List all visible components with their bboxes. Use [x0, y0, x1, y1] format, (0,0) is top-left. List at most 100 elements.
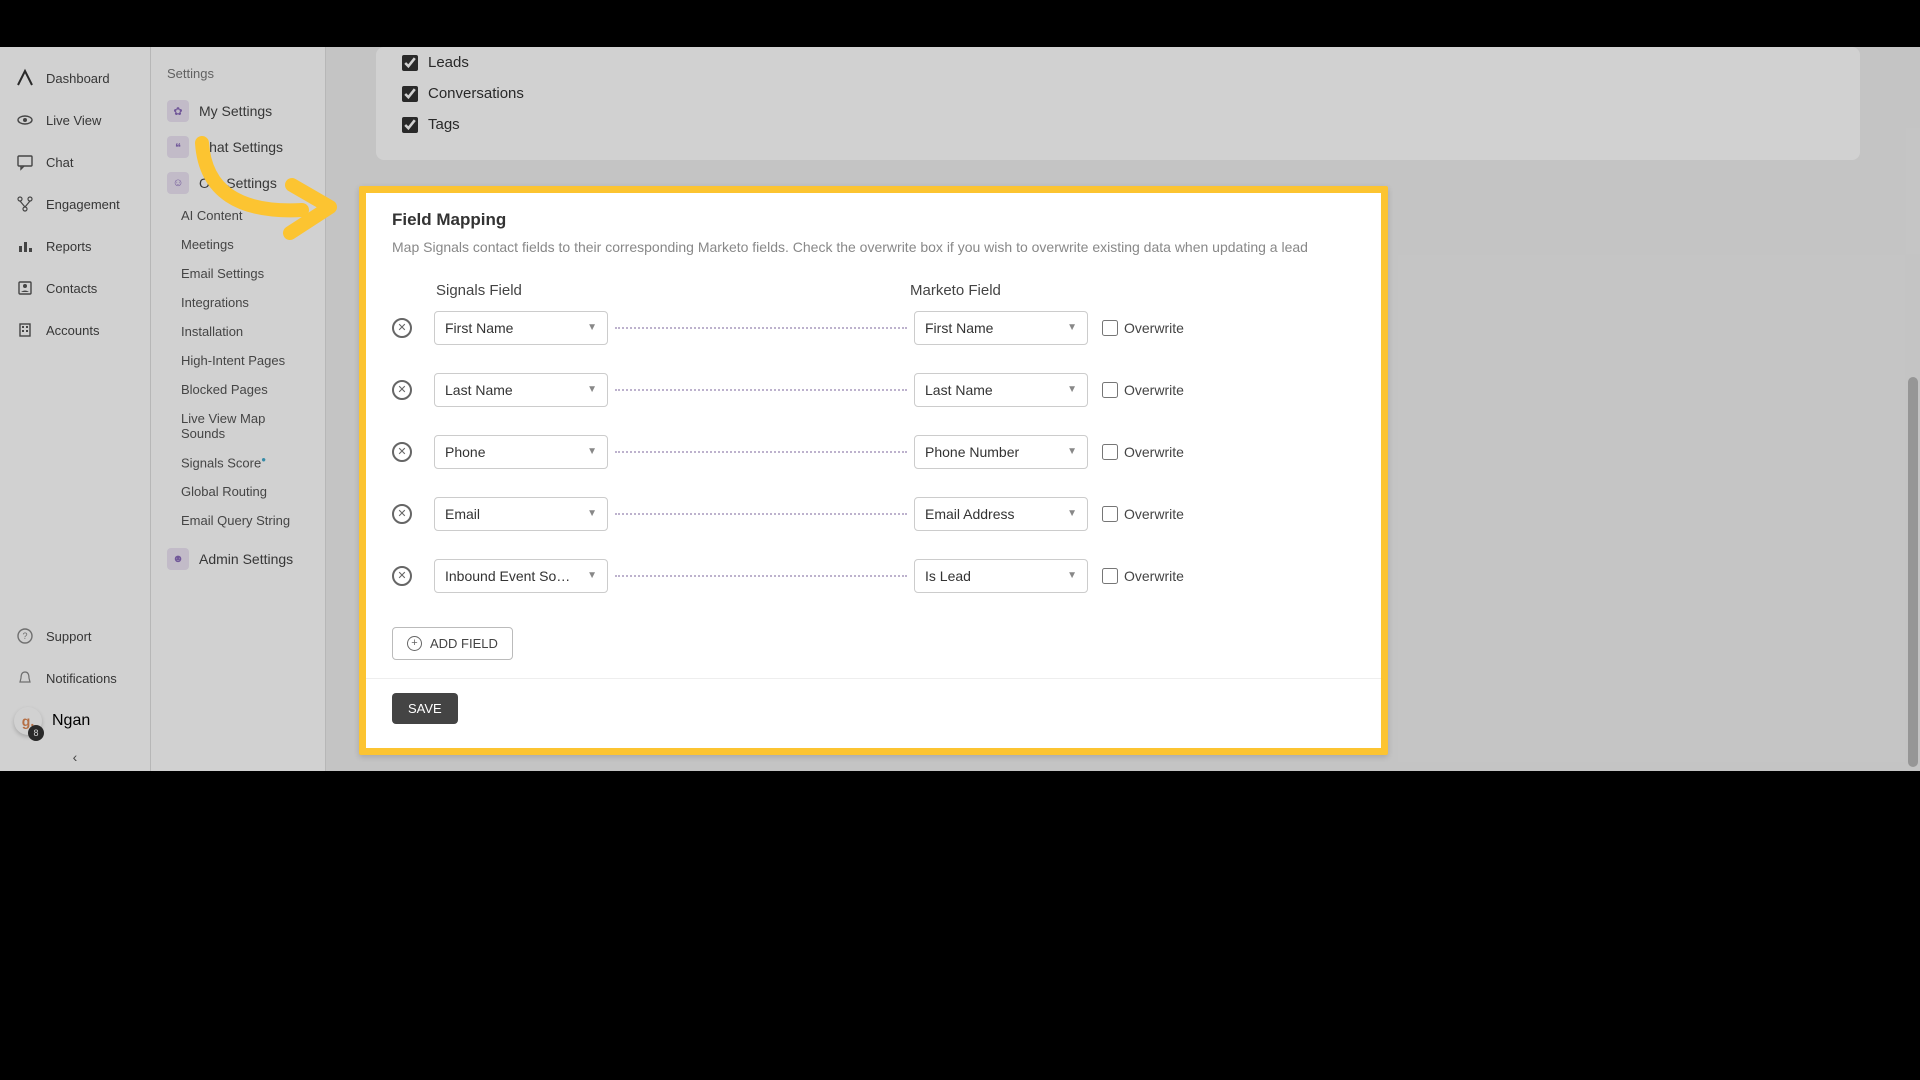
map-row: ✕ Inbound Event So… ▼ Is Lead ▼ Overwrit…: [392, 559, 1355, 593]
signals-field-select[interactable]: Inbound Event So… ▼: [434, 559, 608, 593]
nav-dashboard[interactable]: Dashboard: [0, 57, 150, 99]
overwrite-toggle[interactable]: Overwrite: [1102, 382, 1184, 398]
signals-field-select[interactable]: Email ▼: [434, 497, 608, 531]
remove-field-button[interactable]: ✕: [392, 318, 412, 338]
conversations-checkbox[interactable]: [402, 86, 418, 102]
overwrite-checkbox[interactable]: [1102, 506, 1118, 522]
overwrite-toggle[interactable]: Overwrite: [1102, 320, 1184, 336]
remove-field-button[interactable]: ✕: [392, 380, 412, 400]
chevron-down-icon: ▼: [587, 446, 597, 457]
sub-signals-score[interactable]: Signals Score●: [151, 448, 325, 477]
map-row: ✕ Phone ▼ Phone Number ▼ Overwrite: [392, 435, 1355, 469]
sub-high-intent[interactable]: High-Intent Pages: [151, 346, 325, 375]
leads-checkbox[interactable]: [402, 55, 418, 71]
nav-accounts[interactable]: Accounts: [0, 309, 150, 351]
signals-field-select[interactable]: First Name ▼: [434, 311, 608, 345]
settings-header: Settings: [151, 62, 325, 93]
org-settings[interactable]: ☺ Org Settings: [151, 165, 325, 201]
sub-ai-content[interactable]: AI Content: [151, 201, 325, 230]
nav-support[interactable]: ? Support: [0, 615, 150, 657]
chat-icon: [14, 151, 36, 173]
overwrite-toggle[interactable]: Overwrite: [1102, 506, 1184, 522]
collapse-nav[interactable]: ‹: [0, 743, 150, 771]
chevron-down-icon: ▼: [1067, 384, 1077, 395]
sub-integrations[interactable]: Integrations: [151, 288, 325, 317]
logo-icon: [14, 67, 36, 89]
card-sync-options: Leads Conversations Tags: [376, 47, 1860, 160]
chevron-down-icon: ▼: [1067, 322, 1077, 333]
nav-reports[interactable]: Reports: [0, 225, 150, 267]
nav-chat[interactable]: Chat: [0, 141, 150, 183]
overwrite-checkbox[interactable]: [1102, 444, 1118, 460]
scrollbar[interactable]: [1906, 47, 1920, 771]
chevron-down-icon: ▼: [587, 322, 597, 333]
check-tags[interactable]: Tags: [402, 109, 1834, 140]
marketo-field-select[interactable]: Phone Number ▼: [914, 435, 1088, 469]
sub-blocked-pages[interactable]: Blocked Pages: [151, 375, 325, 404]
svg-text:?: ?: [22, 631, 27, 641]
marketo-field-select[interactable]: Is Lead ▼: [914, 559, 1088, 593]
my-settings[interactable]: ✿ My Settings: [151, 93, 325, 129]
person-icon: [14, 277, 36, 299]
admin-settings[interactable]: ☻ Admin Settings: [151, 541, 325, 577]
marketo-field-select[interactable]: First Name ▼: [914, 311, 1088, 345]
tags-checkbox[interactable]: [402, 117, 418, 133]
sub-email-query[interactable]: Email Query String: [151, 506, 325, 535]
signals-field-header: Signals Field: [436, 282, 614, 299]
plus-icon: +: [407, 636, 422, 651]
check-leads[interactable]: Leads: [402, 47, 1834, 78]
nav-liveview[interactable]: Live View: [0, 99, 150, 141]
sub-live-view-sounds[interactable]: Live View Map Sounds: [151, 404, 325, 448]
nav-engagement[interactable]: Engagement: [0, 183, 150, 225]
check-conversations[interactable]: Conversations: [402, 78, 1834, 109]
scrollbar-thumb[interactable]: [1908, 377, 1918, 767]
signals-field-select[interactable]: Last Name ▼: [434, 373, 608, 407]
sub-global-routing[interactable]: Global Routing: [151, 477, 325, 506]
map-row: ✕ First Name ▼ First Name ▼ Overwrite: [392, 311, 1355, 345]
chevron-down-icon: ▼: [587, 508, 597, 519]
mapping-connector: [615, 389, 907, 391]
field-mapping-highlight: Field Mapping Map Signals contact fields…: [359, 186, 1388, 755]
nav-contacts-label: Contacts: [46, 281, 97, 296]
remove-field-button[interactable]: ✕: [392, 566, 412, 586]
branch-icon: [14, 193, 36, 215]
sub-installation[interactable]: Installation: [151, 317, 325, 346]
nav-liveview-label: Live View: [46, 113, 101, 128]
chat-settings[interactable]: ❝ Chat Settings: [151, 129, 325, 165]
mapping-connector: [615, 575, 907, 577]
overwrite-toggle[interactable]: Overwrite: [1102, 444, 1184, 460]
chevron-down-icon: ▼: [587, 384, 597, 395]
nav-secondary: Settings ✿ My Settings ❝ Chat Settings ☺…: [151, 47, 326, 771]
bell-icon: [14, 667, 36, 689]
people-icon: ☺: [167, 172, 189, 194]
admin-icon: ☻: [167, 548, 189, 570]
nav-notifications[interactable]: Notifications: [0, 657, 150, 699]
sub-email-settings[interactable]: Email Settings: [151, 259, 325, 288]
eye-icon: [14, 109, 36, 131]
add-field-button[interactable]: + ADD FIELD: [392, 627, 513, 660]
nav-chat-label: Chat: [46, 155, 73, 170]
nav-contacts[interactable]: Contacts: [0, 267, 150, 309]
building-icon: [14, 319, 36, 341]
signals-field-select[interactable]: Phone ▼: [434, 435, 608, 469]
nav-primary: Dashboard Live View Chat Engagement Repo…: [0, 47, 151, 771]
overwrite-toggle[interactable]: Overwrite: [1102, 568, 1184, 584]
overwrite-checkbox[interactable]: [1102, 382, 1118, 398]
chevron-down-icon: ▼: [1067, 508, 1077, 519]
sub-meetings[interactable]: Meetings: [151, 230, 325, 259]
user-row[interactable]: g. Ngan 8: [0, 699, 150, 743]
marketo-field-select[interactable]: Last Name ▼: [914, 373, 1088, 407]
overwrite-checkbox[interactable]: [1102, 320, 1118, 336]
remove-field-button[interactable]: ✕: [392, 504, 412, 524]
nav-accounts-label: Accounts: [46, 323, 99, 338]
marketo-field-select[interactable]: Email Address ▼: [914, 497, 1088, 531]
overwrite-checkbox[interactable]: [1102, 568, 1118, 584]
user-name: Ngan: [52, 712, 90, 730]
map-row: ✕ Email ▼ Email Address ▼ Overwrite: [392, 497, 1355, 531]
chat-icon: ❝: [167, 136, 189, 158]
mapping-connector: [615, 513, 907, 515]
remove-field-button[interactable]: ✕: [392, 442, 412, 462]
save-button[interactable]: SAVE: [392, 693, 458, 724]
user-badge: 8: [28, 725, 44, 741]
chevron-down-icon: ▼: [587, 570, 597, 581]
